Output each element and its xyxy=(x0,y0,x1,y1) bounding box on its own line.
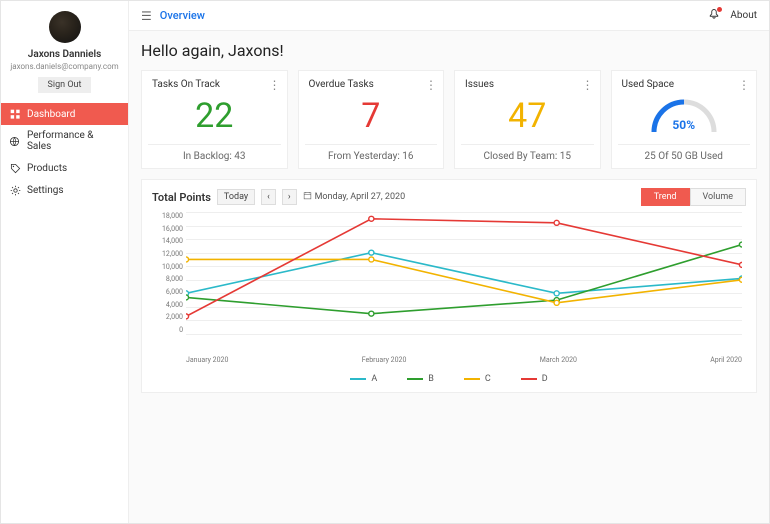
gauge: 50% xyxy=(648,96,720,136)
card-sub: 25 Of 50 GB Used xyxy=(618,144,751,162)
topbar: ☰ Overview About xyxy=(129,1,769,31)
greeting: Hello again, Jaxons! xyxy=(141,41,757,60)
cards-row: ⋮ Tasks On Track 22 In Backlog: 43 ⋮ Ove… xyxy=(141,70,757,169)
card-overdue: ⋮ Overdue Tasks 7 From Yesterday: 16 xyxy=(298,70,445,169)
gauge-label: 50% xyxy=(672,118,695,132)
card-menu-icon[interactable]: ⋮ xyxy=(269,79,281,91)
chart-card: Total Points Today ‹ › Monday, April 27,… xyxy=(141,179,757,393)
user-name: Jaxons Danniels xyxy=(28,49,102,60)
segment-control: Trend Volume xyxy=(641,188,746,206)
nav-item-settings[interactable]: Settings xyxy=(1,179,128,201)
chart-lines xyxy=(186,212,742,334)
card-title: Tasks On Track xyxy=(148,79,220,90)
card-menu-icon[interactable]: ⋮ xyxy=(738,79,750,91)
card-title: Used Space xyxy=(618,79,675,90)
legend-item[interactable]: A xyxy=(350,374,377,384)
y-axis: 18,00016,00014,00012,00010,0008,0006,000… xyxy=(152,212,186,334)
legend-item[interactable]: D xyxy=(521,374,548,384)
card-tasks-on-track: ⋮ Tasks On Track 22 In Backlog: 43 xyxy=(141,70,288,169)
nav-label: Settings xyxy=(27,185,64,196)
card-menu-icon[interactable]: ⋮ xyxy=(582,79,594,91)
prev-button[interactable]: ‹ xyxy=(261,189,276,205)
calendar-icon xyxy=(303,191,312,203)
nav-label: Performance & Sales xyxy=(27,130,120,152)
card-title: Overdue Tasks xyxy=(305,79,374,90)
chart-header: Total Points Today ‹ › Monday, April 27,… xyxy=(152,188,746,206)
tag-icon xyxy=(9,162,21,174)
avatar[interactable] xyxy=(49,11,81,43)
card-sub: Closed By Team: 15 xyxy=(461,144,594,162)
legend-item[interactable]: C xyxy=(464,374,491,384)
x-axis: January 2020February 2020March 2020April… xyxy=(186,356,742,364)
menu-icon[interactable]: ☰ xyxy=(141,9,152,23)
card-sub: In Backlog: 43 xyxy=(148,144,281,162)
card-used-space: ⋮ Used Space 50% 25 Of 50 GB Used xyxy=(611,70,758,169)
nav-item-products[interactable]: Products xyxy=(1,157,128,179)
chart-title: Total Points xyxy=(152,191,211,204)
card-value: 7 xyxy=(361,96,380,136)
card-title: Issues xyxy=(461,79,494,90)
card-value: 22 xyxy=(195,96,233,136)
next-button[interactable]: › xyxy=(282,189,297,205)
user-email: jaxons.daniels@company.com xyxy=(10,62,118,71)
nav: Dashboard Performance & Sales Products S… xyxy=(1,103,128,201)
legend: A B C D xyxy=(152,374,746,384)
card-menu-icon[interactable]: ⋮ xyxy=(425,79,437,91)
nav-label: Products xyxy=(27,163,67,174)
globe-icon xyxy=(9,135,21,147)
card-issues: ⋮ Issues 47 Closed By Team: 15 xyxy=(454,70,601,169)
chart-plot: 18,00016,00014,00012,00010,0008,0006,000… xyxy=(186,212,742,352)
card-sub: From Yesterday: 16 xyxy=(305,144,438,162)
about-link[interactable]: About xyxy=(730,10,757,21)
seg-trend[interactable]: Trend xyxy=(641,188,690,206)
nav-item-performance[interactable]: Performance & Sales xyxy=(1,125,128,157)
bell-icon[interactable] xyxy=(708,8,720,23)
overview-link[interactable]: Overview xyxy=(160,9,205,22)
sidebar: Jaxons Danniels jaxons.daniels@company.c… xyxy=(1,1,129,523)
legend-item[interactable]: B xyxy=(407,374,434,384)
today-button[interactable]: Today xyxy=(217,189,255,205)
date-label: Monday, April 27, 2020 xyxy=(303,191,406,203)
gear-icon xyxy=(9,184,21,196)
nav-item-dashboard[interactable]: Dashboard xyxy=(1,103,128,125)
signout-button[interactable]: Sign Out xyxy=(38,77,92,93)
seg-volume[interactable]: Volume xyxy=(690,188,746,206)
card-value: 47 xyxy=(508,96,546,136)
main: ☰ Overview About Hello again, Jaxons! ⋮ … xyxy=(129,1,769,523)
grid-icon xyxy=(9,108,21,120)
nav-label: Dashboard xyxy=(27,109,75,120)
